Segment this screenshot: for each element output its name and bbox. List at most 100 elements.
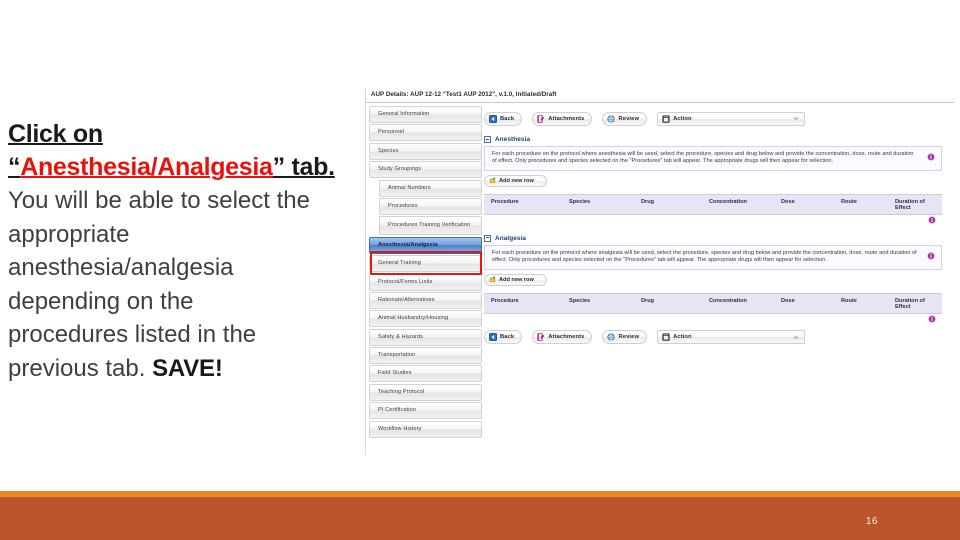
- sidebar-item-personnel[interactable]: Personnel: [369, 124, 482, 142]
- sidebar-item-label: Animal Numbers: [388, 184, 431, 191]
- info-icon[interactable]: [927, 252, 935, 260]
- sidebar-item-procedures[interactable]: Procedures: [379, 197, 482, 215]
- analgesia-grid: Procedure Species Drug Concentration Dos…: [484, 292, 942, 325]
- sidebar-item-animal-numbers[interactable]: Animal Numbers: [379, 179, 482, 197]
- sidebar-item-label: Field Studies: [378, 370, 412, 377]
- column-header-procedure: Procedure: [491, 297, 519, 304]
- sidebar-item-pi-certification[interactable]: PI Certification: [369, 402, 482, 420]
- slide-body-emphasis: SAVE!: [152, 354, 223, 382]
- sidebar-item-label: Rationale/Alternatives: [378, 296, 435, 303]
- column-header-species: Species: [569, 198, 591, 205]
- anesthesia-add-new-row-button[interactable]: Add new row: [484, 174, 547, 187]
- chevron-up-icon[interactable]: [793, 335, 800, 339]
- action-dropdown-button-bottom[interactable]: Action: [657, 330, 806, 345]
- anesthesia-section-header[interactable]: Anesthesia: [484, 136, 952, 143]
- slide-body-line6: previous tab. SAVE!: [8, 352, 360, 386]
- app-window-title: AUP Details: AUP 12-12 "Test1 AUP 2012",…: [371, 91, 557, 98]
- back-button[interactable]: Back: [484, 111, 523, 126]
- quote-close: ” tab.: [272, 153, 335, 181]
- attachments-button-label: Attachments: [548, 115, 585, 122]
- sidebar-item-animal-husbandry-housing[interactable]: Animal Husbandry/Housing: [369, 310, 482, 328]
- add-row-label: Add new row: [499, 276, 534, 283]
- sidebar-item-label: Study Groupings: [378, 166, 422, 173]
- sidebar-item-label: Personnel: [378, 129, 405, 136]
- slide-body-line5: procedures listed in the: [8, 321, 257, 348]
- quote-open: “: [8, 153, 21, 181]
- back-button-label: Back: [500, 115, 515, 122]
- attachments-icon: [537, 333, 545, 341]
- add-row-icon: [489, 276, 496, 283]
- column-header-concentration: Concentration: [709, 198, 747, 205]
- top-toolbar: Back Attachments Review Action: [484, 110, 952, 127]
- anesthesia-section-title: Anesthesia: [495, 136, 531, 143]
- sidebar-item-label: General Training: [378, 260, 421, 267]
- info-icon[interactable]: [928, 314, 936, 323]
- analgesia-grid-header-row: Procedure Species Drug Concentration Dos…: [484, 292, 942, 314]
- slide-text-block: Click on “Anesthesia/Analgesia” tab. You…: [8, 118, 360, 385]
- sidebar-item-label: Procedures: [388, 202, 418, 209]
- sidebar-item-anesthesia-analgesia[interactable]: Anesthesia/Analgesia: [369, 236, 482, 254]
- sidebar-item-species[interactable]: Species: [369, 142, 482, 160]
- anesthesia-grid: Procedure Species Drug Concentration Dos…: [484, 193, 942, 226]
- analgesia-instruction-text: For each procedure on the protocol where…: [492, 249, 917, 264]
- column-header-duration-of-effect: Duration of Effect: [895, 297, 925, 311]
- sidebar-item-protocol-forms-links[interactable]: Protocol/Forms Links: [369, 273, 482, 291]
- info-icon[interactable]: [928, 216, 936, 224]
- review-button-label: Review: [618, 334, 640, 341]
- analgesia-section-header[interactable]: Analgesia: [484, 234, 952, 242]
- back-button-bottom[interactable]: Back: [484, 330, 523, 345]
- add-row-icon: [489, 177, 496, 184]
- collapse-toggle-icon[interactable]: [484, 136, 491, 143]
- action-button-label: Action: [673, 115, 692, 122]
- sidebar-item-study-groupings[interactable]: Study Groupings: [369, 161, 482, 179]
- attachments-button-label: Attachments: [548, 334, 585, 341]
- sidebar-item-label: Animal Husbandry/Housing: [378, 315, 449, 322]
- back-button-label: Back: [500, 334, 515, 341]
- review-globe-icon: [607, 114, 616, 123]
- slide-body-line3: anesthesia/analgesia: [8, 254, 234, 281]
- info-icon[interactable]: [927, 153, 935, 161]
- column-header-route: Route: [841, 198, 857, 205]
- collapse-toggle-icon[interactable]: [484, 234, 491, 242]
- analgesia-add-new-row-button[interactable]: Add new row: [484, 273, 547, 286]
- review-button[interactable]: Review: [602, 111, 648, 126]
- slide-body-line6-text: previous tab.: [8, 354, 146, 382]
- sidebar-item-label: Anesthesia/Analgesia: [378, 241, 438, 248]
- review-button-bottom[interactable]: Review: [602, 330, 648, 345]
- slide-body-line4: depending on the: [8, 287, 194, 315]
- add-row-label: Add new row: [499, 177, 534, 184]
- sidebar-item-general-training[interactable]: General Training: [369, 255, 482, 273]
- sidebar-item-rationale-alternatives[interactable]: Rationale/Alternatives: [369, 291, 482, 309]
- column-header-drug: Drug: [641, 198, 655, 205]
- column-header-species: Species: [569, 297, 591, 304]
- sidebar-item-label: Workflow History: [378, 425, 422, 432]
- review-button-label: Review: [618, 115, 640, 122]
- sidebar-item-label: General Information: [378, 111, 430, 117]
- main-content-pane: Back Attachments Review Action Anesthesi…: [484, 106, 952, 346]
- chevron-down-icon[interactable]: [793, 117, 800, 120]
- sidebar-item-workflow-history[interactable]: Workflow History: [369, 420, 482, 438]
- action-clipboard-icon: [662, 333, 670, 341]
- sidebar-item-teaching-protocol[interactable]: Teaching Protocol: [369, 383, 482, 401]
- sidebar-item-field-studies[interactable]: Field Studies: [369, 365, 482, 383]
- slide-heading-line1: Click on: [8, 118, 360, 151]
- sidebar-item-transportation[interactable]: Transportation: [369, 347, 482, 365]
- slide-heading-highlight: Anesthesia/Analgesia: [20, 153, 273, 181]
- action-dropdown-button[interactable]: Action: [657, 111, 806, 126]
- column-header-concentration: Concentration: [709, 297, 747, 304]
- column-header-duration-of-effect: Duration of Effect: [895, 198, 925, 212]
- attachments-button-bottom[interactable]: Attachments: [532, 330, 593, 345]
- anesthesia-grid-body: [484, 214, 942, 226]
- sidebar-item-safety-hazards[interactable]: Safety & Hazards: [369, 328, 482, 346]
- column-header-procedure: Procedure: [491, 198, 519, 205]
- bottom-toolbar: Back Attachments Review Action: [484, 329, 952, 346]
- sidebar-item-procedures-training-verification[interactable]: Procedures Training Verification: [379, 216, 482, 236]
- attachments-button[interactable]: Attachments: [532, 111, 593, 126]
- analgesia-grid-body: [484, 313, 942, 325]
- anesthesia-grid-header-row: Procedure Species Drug Concentration Dos…: [484, 193, 942, 215]
- anesthesia-instruction-box: For each procedure on the protocol where…: [484, 146, 942, 171]
- slide-body-line1: You will be able to select the: [8, 187, 310, 214]
- sidebar-item-label: Procedures Training Verification: [388, 222, 471, 229]
- sidebar-item-general-information[interactable]: General Information: [369, 106, 482, 123]
- column-header-drug: Drug: [641, 297, 655, 304]
